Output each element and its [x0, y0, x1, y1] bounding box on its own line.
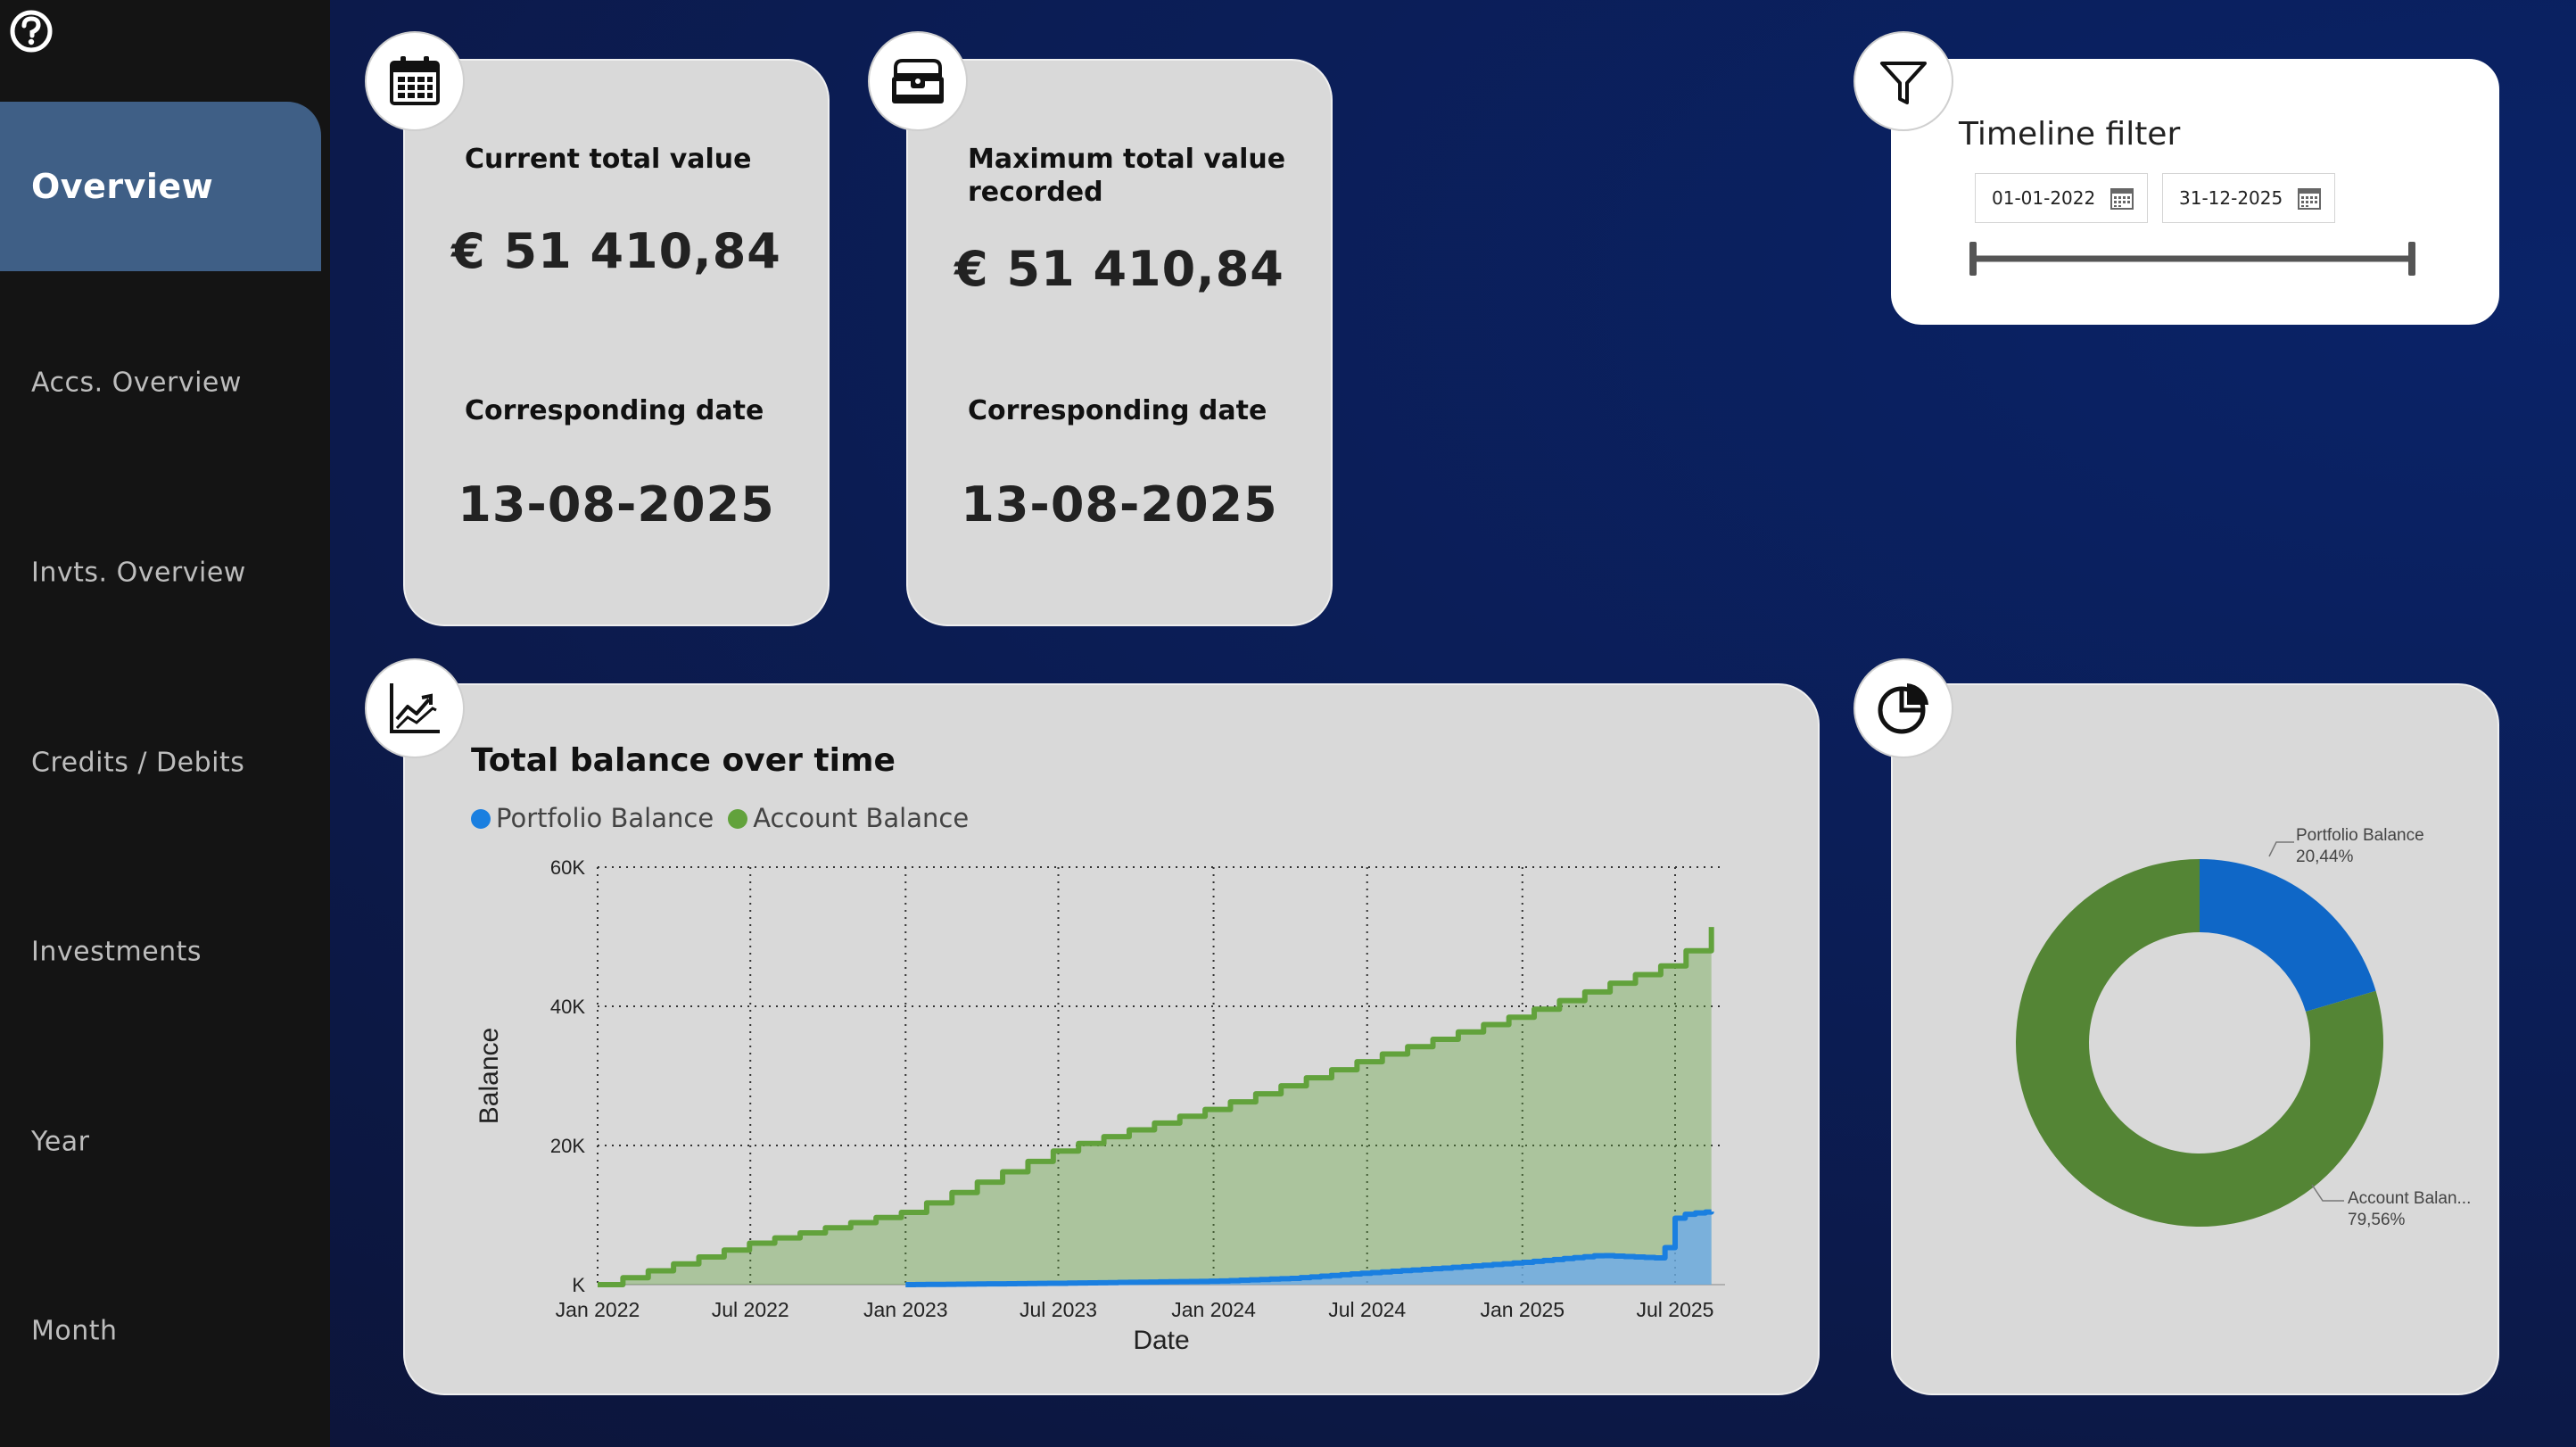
date-range-slider[interactable] — [1964, 239, 2421, 284]
calendar-icon[interactable] — [2110, 186, 2134, 211]
y-tick-label: 40K — [550, 996, 585, 1018]
nav-item-month[interactable]: Month — [0, 1246, 321, 1416]
nav-item-year[interactable]: Year — [0, 1057, 321, 1227]
end-date-value: 31-12-2025 — [2179, 187, 2283, 209]
nav-item-label: Month — [31, 1315, 118, 1347]
y-tick-label: K — [572, 1274, 585, 1296]
help-icon[interactable] — [9, 9, 54, 54]
end-date-input[interactable]: 31-12-2025 — [2162, 173, 2335, 223]
donut-chart-card: Portfolio Balance 20,44% Account Balan... 7… — [1891, 683, 2499, 1395]
kpi-label: Maximum total value recorded — [968, 143, 1285, 209]
x-tick-label: Jan 2022 — [556, 1298, 640, 1321]
chart-badge — [365, 658, 465, 758]
balance-donut-chart[interactable]: Portfolio Balance 20,44% Account Balan... 7… — [1893, 685, 2498, 1393]
y-axis-title: Balance — [475, 1028, 504, 1124]
start-date-value: 01-01-2022 — [1992, 187, 2096, 209]
slider-end-handle[interactable] — [2408, 242, 2415, 276]
donut-badge — [1854, 658, 1953, 758]
timeline-filter-card: Timeline filter 01-01-2022 31-12-2025 — [1891, 59, 2499, 325]
donut-label-account-leader — [2311, 1184, 2344, 1202]
kpi-label-line: recorded — [968, 177, 1103, 208]
nav-item-label: Year — [31, 1126, 90, 1158]
nav-item-invts-overview[interactable]: Invts. Overview — [0, 488, 321, 657]
y-tick-label: 60K — [550, 856, 585, 879]
kpi-date: 13-08-2025 — [961, 476, 1278, 533]
chest-badge — [868, 31, 968, 131]
x-tick-label: Jul 2022 — [712, 1298, 789, 1321]
calendar-icon — [390, 56, 440, 105]
kpi-value: € 51 410,84 — [954, 241, 1284, 297]
donut-slice-portfolio[interactable] — [2200, 859, 2376, 1012]
donut-label-account-value: 79,56% — [2348, 1211, 2406, 1229]
pie-chart-icon — [1878, 683, 1928, 734]
kpi-label-line: Maximum total value — [968, 144, 1286, 175]
x-axis-title: Date — [1133, 1326, 1189, 1355]
treasure-chest-icon — [892, 59, 944, 103]
nav-item-credits-debits[interactable]: Credits / Debits — [0, 678, 321, 848]
x-tick-label: Jan 2025 — [1480, 1298, 1565, 1321]
x-tick-label: Jul 2023 — [1020, 1298, 1097, 1321]
nav-item-label: Overview — [31, 167, 214, 206]
kpi-date-label: Corresponding date — [968, 395, 1267, 426]
nav-item-label: Accs. Overview — [31, 367, 242, 399]
x-tick-label: Jul 2024 — [1328, 1298, 1406, 1321]
donut-label-portfolio-leader — [2268, 841, 2294, 857]
calendar-badge — [365, 31, 465, 131]
kpi-date-label: Corresponding date — [465, 395, 764, 426]
nav-item-label: Credits / Debits — [31, 747, 245, 779]
filter-badge — [1854, 31, 1953, 131]
kpi-date: 13-08-2025 — [458, 476, 775, 533]
start-date-input[interactable]: 01-01-2022 — [1975, 173, 2148, 223]
series-area-account — [598, 927, 1712, 1285]
slider-start-handle[interactable] — [1969, 242, 1977, 276]
kpi-value: € 51 410,84 — [451, 223, 781, 279]
kpi-label: Current total value — [465, 144, 752, 175]
balance-line-chart[interactable]: K 20K 40K 60K Jan 2022 Jul 2022 Jan 2023 Jul 20… — [405, 685, 1818, 1393]
line-chart-icon — [390, 683, 440, 733]
donut-label-portfolio-value: 20,44% — [2296, 848, 2354, 866]
y-tick-label: 20K — [550, 1135, 585, 1157]
balance-chart-card: Total balance over time Portfolio Balanc… — [403, 683, 1820, 1395]
nav-item-accs-overview[interactable]: Accs. Overview — [0, 298, 321, 467]
filter-title: Timeline filter — [1959, 116, 2181, 153]
x-tick-label: Jan 2023 — [863, 1298, 948, 1321]
x-tick-label: Jul 2025 — [1637, 1298, 1714, 1321]
nav-item-overview[interactable]: Overview — [0, 102, 321, 271]
calendar-icon[interactable] — [2297, 186, 2322, 211]
donut-label-portfolio-name: Portfolio Balance — [2296, 826, 2424, 845]
donut-label-account-name: Account Balan... — [2348, 1189, 2471, 1208]
kpi-current-card: Current total value € 51 410,84 Correspo… — [403, 59, 830, 626]
nav-item-label: Investments — [31, 936, 202, 968]
x-tick-label: Jan 2024 — [1171, 1298, 1256, 1321]
funnel-icon — [1880, 62, 1927, 104]
sidebar: Overview Accs. Overview Invts. Overview … — [0, 0, 330, 1447]
kpi-max-card: Maximum total value recorded € 51 410,84… — [906, 59, 1333, 626]
nav-item-label: Invts. Overview — [31, 557, 246, 589]
nav-item-investments[interactable]: Investments — [0, 867, 321, 1037]
